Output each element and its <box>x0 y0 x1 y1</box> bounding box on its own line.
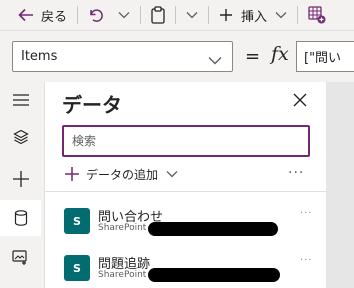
close-icon[interactable] <box>293 93 307 107</box>
source-type: SharePoint <box>98 270 147 280</box>
tree-view-button[interactable] <box>0 119 41 155</box>
media-icon <box>11 250 30 266</box>
formula-bar: Items = fx ["問い <box>0 30 354 82</box>
divider <box>45 191 327 192</box>
canvas-area[interactable] <box>326 82 354 288</box>
redaction-bar <box>148 222 278 236</box>
paste-icon[interactable] <box>151 6 165 24</box>
left-rail <box>0 82 41 288</box>
add-data-button[interactable]: データの追加 <box>65 164 178 184</box>
back-button[interactable]: 戻る <box>18 0 67 30</box>
data-panel: データ データの追加 ··· S 問い合わせ SharePoint ··· S … <box>44 82 327 288</box>
search-box[interactable] <box>62 125 310 157</box>
data-source-item[interactable]: S 問題追跡 SharePoint ··· <box>45 253 327 288</box>
add-table-icon[interactable] <box>308 6 326 24</box>
plus-icon <box>219 8 233 22</box>
separator <box>77 6 79 24</box>
plus-icon <box>12 171 29 187</box>
source-type: SharePoint <box>98 223 147 233</box>
plus-icon <box>65 167 79 181</box>
sharepoint-icon: S <box>64 255 90 281</box>
separator <box>175 6 177 24</box>
insert-button[interactable]: 挿入 <box>219 0 287 30</box>
redaction-bar <box>148 268 280 282</box>
database-icon <box>14 210 28 226</box>
media-rail-button[interactable] <box>0 240 41 276</box>
layers-icon <box>12 129 29 145</box>
paste-chevron-down-icon[interactable] <box>186 11 198 19</box>
more-icon[interactable]: ··· <box>288 165 304 181</box>
property-value: Items <box>21 49 58 64</box>
sharepoint-icon: S <box>64 208 90 234</box>
formula-text: ["問い <box>304 51 342 66</box>
back-arrow-icon <box>18 8 34 22</box>
sharepoint-logo-letter: S <box>73 261 81 275</box>
equals-sign: = <box>245 46 261 67</box>
data-source-item[interactable]: S 問い合わせ SharePoint ··· <box>45 206 327 250</box>
back-label: 戻る <box>41 9 68 25</box>
insert-rail-button[interactable] <box>0 161 41 197</box>
separator <box>208 6 210 24</box>
undo-icon[interactable] <box>88 7 104 23</box>
more-icon[interactable]: ··· <box>300 255 313 266</box>
separator <box>297 6 299 24</box>
chevron-down-icon <box>166 170 178 178</box>
hamburger-button[interactable] <box>0 82 41 118</box>
command-bar: 戻る 挿入 <box>0 0 354 30</box>
fx-icon: fx <box>271 43 289 65</box>
separator <box>140 6 142 24</box>
formula-input[interactable]: ["問い <box>296 41 354 72</box>
panel-title: データ <box>62 93 122 117</box>
search-input[interactable] <box>72 134 308 148</box>
chevron-down-icon <box>208 50 222 69</box>
property-dropdown[interactable]: Items <box>12 41 233 72</box>
sharepoint-logo-letter: S <box>73 214 81 228</box>
data-rail-button[interactable] <box>0 200 41 236</box>
add-data-label: データの追加 <box>86 167 159 182</box>
hamburger-icon <box>12 94 29 106</box>
chevron-down-icon <box>275 11 287 19</box>
insert-label: 挿入 <box>241 9 268 25</box>
more-icon[interactable]: ··· <box>300 208 313 219</box>
undo-chevron-down-icon[interactable] <box>118 11 130 19</box>
